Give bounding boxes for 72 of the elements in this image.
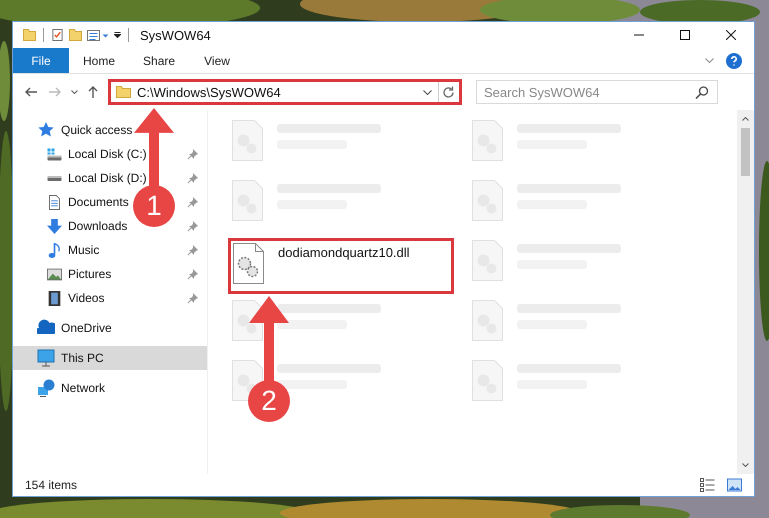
network-icon (37, 379, 55, 397)
gear-file-icon (233, 243, 264, 284)
sidebar-item[interactable]: Local Disk (C:) (68, 147, 147, 161)
landscape-icon (47, 266, 62, 282)
pin-icon[interactable] (187, 196, 199, 208)
blurred-file-icon (472, 180, 503, 221)
blurred-file-icon (472, 240, 503, 281)
monitor-icon (37, 349, 55, 367)
sidebar-item[interactable]: Network (13, 376, 207, 400)
ribbon-tab[interactable]: Home (69, 48, 130, 73)
up-arrow-icon[interactable] (88, 86, 98, 98)
close-icon (726, 30, 736, 40)
cloud-icon (37, 319, 55, 337)
new-folder-icon[interactable] (69, 29, 82, 41)
customize-caret-icon[interactable] (114, 32, 121, 38)
drive-icon (47, 146, 62, 162)
sidebar-item[interactable]: Quick access (13, 118, 207, 142)
pin-icon[interactable] (187, 244, 199, 256)
sidebar-item[interactable]: Downloads (68, 219, 128, 233)
address-caret-icon[interactable] (423, 90, 432, 94)
blurred-file-type (277, 380, 347, 389)
blurred-file-icon (232, 120, 263, 161)
scroll-thumb[interactable] (741, 128, 750, 176)
sidebar-item[interactable]: Local Disk (D:) (68, 171, 147, 185)
music-note-icon (47, 242, 62, 258)
maximize-icon (680, 30, 690, 40)
address-path: C:\Windows\SysWOW64 (137, 84, 282, 100)
down-arrow-icon (47, 218, 62, 234)
ribbon-tab[interactable]: View (189, 48, 246, 73)
refresh-icon[interactable] (443, 86, 454, 98)
address-bar[interactable]: C:\Windows\SysWOW64 (108, 79, 462, 105)
details-view-icon[interactable] (700, 478, 715, 492)
ribbon-tab[interactable]: File (13, 48, 69, 73)
folder-icon (116, 86, 131, 98)
vertical-scrollbar[interactable] (737, 110, 754, 474)
help-icon[interactable] (726, 52, 742, 68)
blurred-file-icon (472, 300, 503, 341)
pin-icon[interactable] (187, 172, 199, 184)
properties-icon[interactable] (51, 29, 64, 41)
view-options-icon[interactable] (87, 30, 109, 40)
document-icon (47, 194, 62, 210)
sidebar-item[interactable]: Videos (68, 291, 104, 305)
blurred-file-icon (472, 360, 503, 401)
search-icon (695, 86, 709, 99)
pin-icon[interactable] (187, 268, 199, 280)
sidebar-item[interactable]: Music (68, 243, 100, 257)
window-title: SysWOW64 (140, 28, 211, 42)
search-field[interactable]: Search SysWOW64 (476, 80, 718, 104)
sidebar-item[interactable]: OneDrive (13, 316, 207, 340)
recent-locations-caret-icon[interactable] (71, 90, 78, 94)
pin-icon[interactable] (187, 292, 199, 304)
film-icon (47, 290, 62, 306)
folder-icon[interactable] (23, 29, 36, 41)
large-icons-view-icon[interactable] (727, 478, 742, 492)
item-count: 154 items (25, 478, 78, 492)
blurred-file-type (277, 320, 347, 329)
expand-ribbon-icon[interactable] (705, 58, 714, 63)
file-item[interactable]: dodiamondquartz10.dll (228, 238, 454, 294)
blurred-file-icon (472, 120, 503, 161)
ribbon-tab[interactable]: Share (129, 48, 190, 73)
sidebar-item[interactable]: Pictures (68, 267, 112, 281)
blurred-file-icon (232, 300, 263, 341)
drive-icon (47, 174, 62, 182)
scroll-up-icon[interactable] (742, 117, 749, 121)
pin-icon[interactable] (187, 220, 199, 232)
pin-icon[interactable] (187, 148, 199, 160)
blurred-file-icon (232, 180, 263, 221)
scroll-down-icon[interactable] (742, 463, 749, 467)
sidebar-item[interactable]: This PC (13, 346, 207, 370)
sidebar-item[interactable]: Documents (68, 195, 129, 209)
back-arrow-icon[interactable] (25, 87, 38, 97)
star-icon (37, 121, 55, 139)
